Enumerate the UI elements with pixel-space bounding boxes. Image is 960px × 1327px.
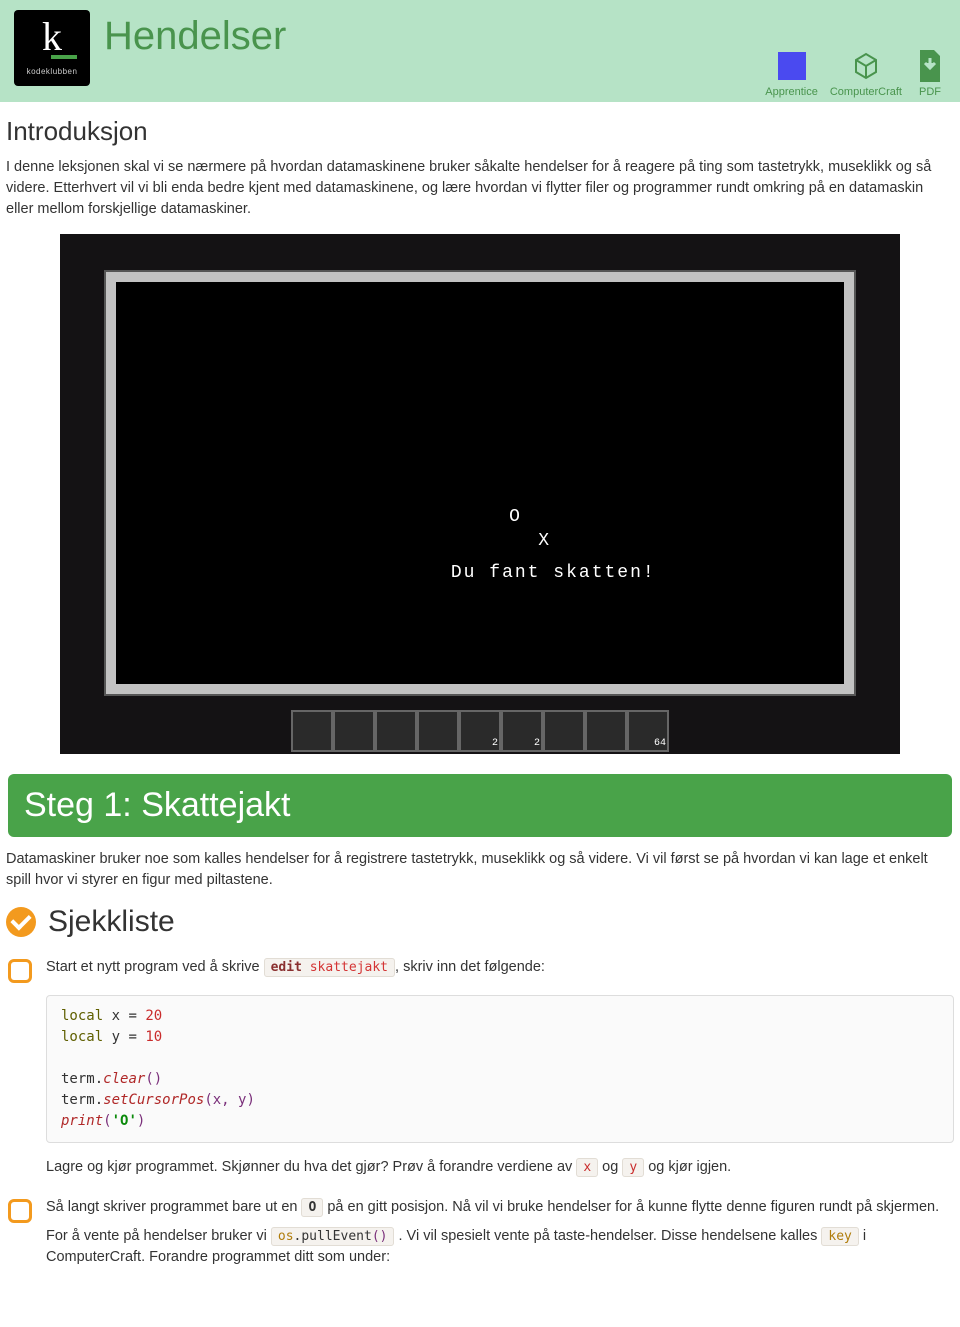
download-icon (914, 50, 946, 82)
txt: y = (103, 1029, 145, 1045)
hotbar-slot (333, 710, 375, 752)
os: os (278, 1229, 294, 1244)
checklist-item-2-body: Så langt skriver programmet bare ut en O… (46, 1197, 954, 1274)
tag-cc-label: ComputerCraft (830, 86, 902, 98)
inline-code-edit: edit skattejakt (264, 958, 395, 977)
inline-code-x: x (576, 1158, 598, 1177)
apprentice-icon (776, 50, 808, 82)
hotbar-slot (585, 710, 627, 752)
tag-pdf-label: PDF (919, 86, 941, 98)
pe: pullEvent (301, 1229, 371, 1244)
paren: () (372, 1229, 388, 1244)
text: Så langt skriver programmet bare ut en (46, 1199, 301, 1215)
text: og kjør igjen. (648, 1159, 731, 1175)
tag-computercraft[interactable]: ComputerCraft (830, 50, 902, 98)
screen-x: X (538, 531, 551, 551)
cmd-edit: edit (271, 960, 302, 975)
checkbox[interactable] (8, 1199, 32, 1223)
check-icon (6, 907, 36, 937)
checklist-heading: Sjekkliste (6, 905, 954, 939)
hotbar-slot (417, 710, 459, 752)
step-1-lead: Datamaskiner bruker noe som kalles hende… (6, 849, 954, 891)
text: Start et nytt program ved å skrive (46, 959, 264, 975)
kw: local (61, 1029, 103, 1045)
hotbar-slot: 2 (459, 710, 501, 752)
inline-code-key: key (821, 1227, 858, 1246)
page-title: Hendelser (104, 14, 286, 59)
screen-message: Du fant skatten! (451, 563, 656, 583)
screen-o: O (509, 507, 522, 527)
text: og (602, 1159, 622, 1175)
intro-paragraph: I denne leksjonen skal vi se nærmere på … (6, 157, 954, 220)
cube-icon (850, 50, 882, 82)
checkbox[interactable] (8, 959, 32, 983)
logo: k kodeklubben (14, 10, 90, 86)
hotbar-slot: 2 (501, 710, 543, 752)
text: på en gitt posisjon. Nå vil vi bruke hen… (327, 1199, 939, 1215)
num: 10 (145, 1029, 162, 1045)
hotbar-slot: 64 (627, 710, 669, 752)
step-1-banner: Steg 1: Skattejakt (8, 774, 952, 837)
inline-code-pullevent: os.pullEvent() (271, 1227, 395, 1246)
txt: term. (61, 1071, 103, 1087)
func: setCursorPos (103, 1092, 204, 1108)
kw: local (61, 1008, 103, 1024)
inline-code-O: O (301, 1198, 323, 1217)
pun: ( (103, 1113, 111, 1129)
after-code-1: Lagre og kjør programmet. Skjønner du hv… (46, 1157, 954, 1179)
checklist-item-2: Så langt skriver programmet bare ut en O… (8, 1197, 954, 1274)
pun: () (145, 1071, 162, 1087)
str: 'O' (112, 1113, 137, 1129)
logo-letter: k (42, 17, 62, 57)
pun: ) (137, 1113, 145, 1129)
tag-apprentice[interactable]: Apprentice (765, 50, 818, 98)
checklist-title: Sjekkliste (48, 905, 175, 939)
func: clear (103, 1071, 145, 1087)
code-block-1: local x = 20 local y = 10 term.clear() t… (46, 995, 954, 1143)
hotbar-slot (375, 710, 417, 752)
hotbar-slot (543, 710, 585, 752)
text: . Vi vil spesielt vente på taste-hendels… (399, 1228, 822, 1244)
header: k kodeklubben Hendelser Apprentice Compu… (0, 0, 960, 102)
screen-frame: O X Du fant skatten! (106, 272, 854, 694)
header-tags: Apprentice ComputerCraft PDF (765, 10, 946, 98)
screenshot: O X Du fant skatten! 2 2 64 (60, 234, 900, 754)
checklist-item-1: Start et nytt program ved å skrive edit … (8, 957, 954, 983)
main-content: Introduksjon I denne leksjonen skal vi s… (0, 102, 960, 1304)
num: 20 (145, 1008, 162, 1024)
cmd-arg: skattejakt (310, 960, 388, 975)
txt: term. (61, 1092, 103, 1108)
func: print (61, 1113, 103, 1129)
pun: (x, y) (204, 1092, 255, 1108)
inline-code-y: y (622, 1158, 644, 1177)
text: , skriv inn det følgende: (395, 959, 545, 975)
text: Lagre og kjør programmet. Skjønner du hv… (46, 1159, 576, 1175)
logo-text: kodeklubben (27, 67, 78, 76)
intro-heading: Introduksjon (6, 116, 954, 147)
tag-pdf[interactable]: PDF (914, 50, 946, 98)
logo-underscore (51, 55, 77, 59)
tag-apprentice-label: Apprentice (765, 86, 818, 98)
checklist-item-1-body: Start et nytt program ved å skrive edit … (46, 957, 954, 979)
hotbar-slot (291, 710, 333, 752)
text: For å vente på hendelser bruker vi (46, 1228, 271, 1244)
hotbar: 2 2 64 (291, 710, 669, 752)
txt: x = (103, 1008, 145, 1024)
